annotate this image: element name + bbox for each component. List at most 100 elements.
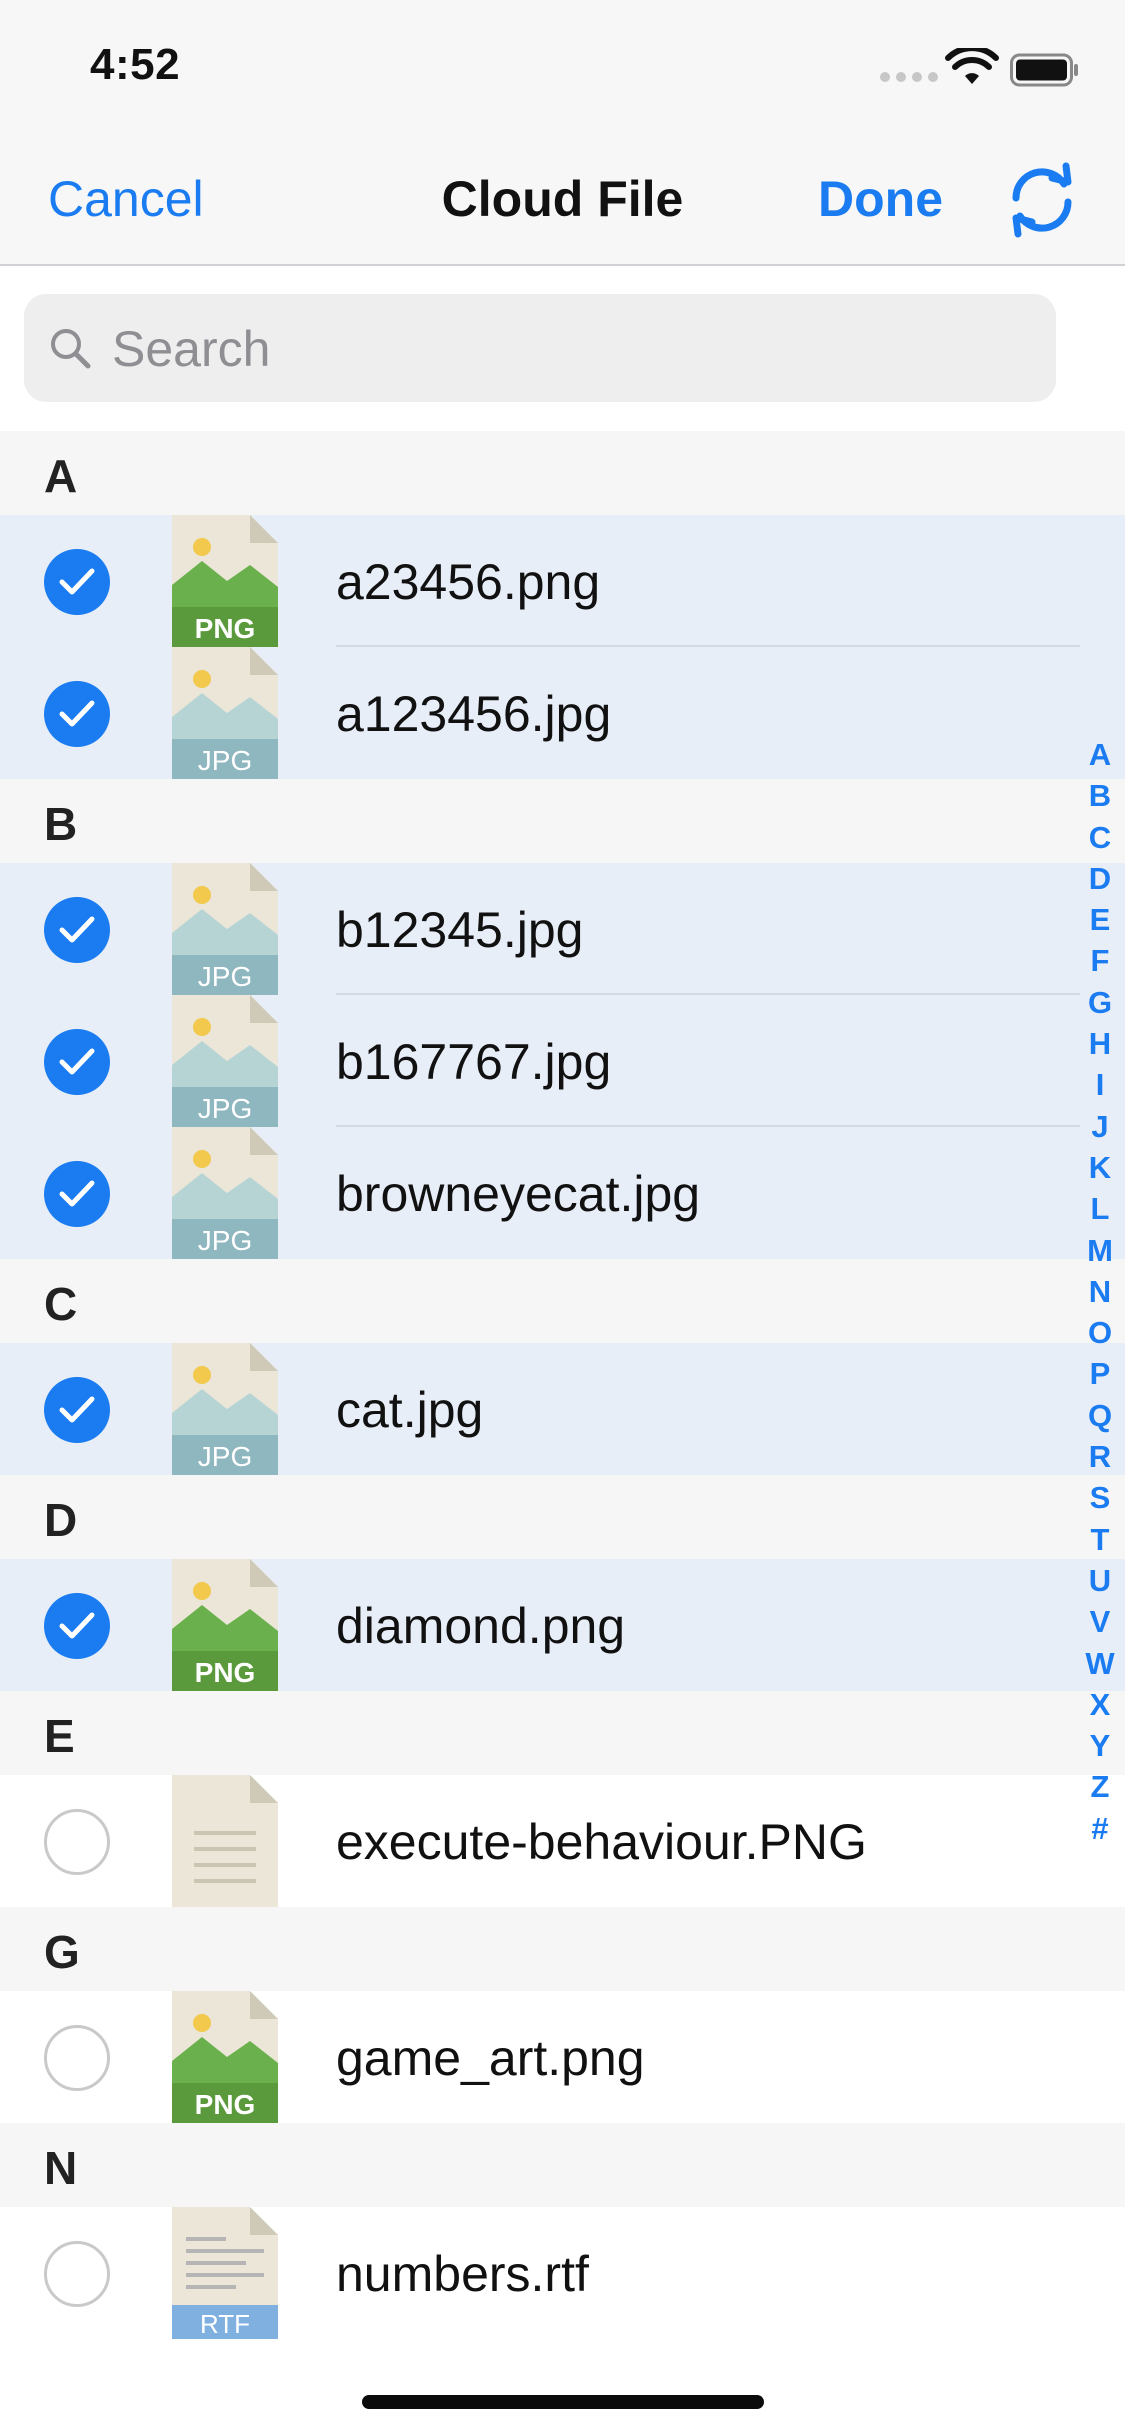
index-letter[interactable]: J (1080, 1106, 1120, 1147)
index-letter[interactable]: M (1080, 1230, 1120, 1271)
section-header-a: A (0, 431, 1125, 515)
checked-circle-icon[interactable] (44, 681, 110, 747)
svg-text:JPG: JPG (198, 1093, 252, 1124)
section-letter: N (44, 2142, 78, 2194)
svg-text:PNG: PNG (195, 1657, 256, 1688)
index-letter[interactable]: Z (1080, 1766, 1120, 1807)
section-letter: A (44, 450, 78, 502)
jpg-file-icon: JPG (172, 647, 278, 779)
svg-text:PNG: PNG (195, 2089, 256, 2120)
section-header-n: N (0, 2123, 1125, 2207)
section-header-g: G (0, 1907, 1125, 1991)
index-letter[interactable]: F (1080, 940, 1120, 981)
file-row-execute-behaviour-png[interactable]: execute-behaviour.PNG (0, 1775, 1125, 1907)
section-letter: D (44, 1494, 78, 1546)
file-row-b12345-jpg[interactable]: JPG b12345.jpg (0, 863, 1125, 995)
svg-text:JPG: JPG (198, 961, 252, 992)
file-row-cat-jpg[interactable]: JPG cat.jpg (0, 1343, 1125, 1475)
index-letter[interactable]: V (1080, 1601, 1120, 1642)
file-name: browneyecat.jpg (336, 1166, 701, 1222)
index-letter[interactable]: Q (1080, 1395, 1120, 1436)
rtf-file-icon: RTF (172, 2207, 278, 2339)
cancel-button[interactable]: Cancel (48, 170, 204, 228)
index-letter[interactable]: C (1080, 817, 1120, 858)
file-row-browneyecat-jpg[interactable]: JPG browneyecat.jpg (0, 1127, 1125, 1259)
checked-circle-icon[interactable] (44, 1029, 110, 1095)
jpg-file-icon: JPG (172, 863, 278, 995)
jpg-file-icon: JPG (172, 1127, 278, 1259)
search-input[interactable]: Search (24, 294, 1056, 402)
index-letter[interactable]: T (1080, 1519, 1120, 1560)
index-letter[interactable]: W (1080, 1643, 1120, 1684)
sync-icon[interactable] (1000, 158, 1084, 242)
file-name: b12345.jpg (336, 902, 584, 958)
index-letter[interactable]: K (1080, 1147, 1120, 1188)
search-placeholder: Search (112, 321, 271, 377)
jpg-file-icon: JPG (172, 995, 278, 1127)
index-letter[interactable]: S (1080, 1477, 1120, 1518)
unchecked-circle-icon[interactable] (44, 1809, 110, 1875)
index-letter[interactable]: N (1080, 1271, 1120, 1312)
index-letter[interactable]: A (1080, 734, 1120, 775)
index-letter[interactable]: E (1080, 899, 1120, 940)
section-header-e: E (0, 1691, 1125, 1775)
done-button[interactable]: Done (818, 170, 943, 228)
index-letter[interactable]: O (1080, 1312, 1120, 1353)
index-letter[interactable]: H (1080, 1023, 1120, 1064)
index-letter[interactable]: # (1080, 1808, 1120, 1849)
file-row-a23456-png[interactable]: PNG a23456.png (0, 515, 1125, 647)
file-name: a23456.png (336, 554, 601, 610)
file-row-b167767-jpg[interactable]: JPG b167767.jpg (0, 995, 1125, 1127)
index-letter[interactable]: B (1080, 775, 1120, 816)
svg-text:RTF: RTF (200, 2309, 250, 2339)
unchecked-circle-icon[interactable] (44, 2025, 110, 2091)
file-row-a123456-jpg[interactable]: JPG a123456.jpg (0, 647, 1125, 779)
checked-circle-icon[interactable] (44, 1377, 110, 1443)
section-letter: G (44, 1926, 80, 1978)
index-letter[interactable]: I (1080, 1064, 1120, 1105)
svg-text:JPG: JPG (198, 1441, 252, 1472)
status-time: 4:52 (90, 40, 181, 89)
index-letter[interactable]: D (1080, 858, 1120, 899)
unchecked-circle-icon[interactable] (44, 2241, 110, 2307)
file-name: cat.jpg (336, 1382, 484, 1438)
index-letter[interactable]: Y (1080, 1725, 1120, 1766)
navigation-bar: Cloud File Cancel Done (0, 130, 1125, 266)
index-letter[interactable]: R (1080, 1436, 1120, 1477)
section-letter: E (44, 1710, 75, 1762)
file-row-game-art-png[interactable]: PNG game_art.png (0, 1991, 1125, 2123)
png-file-icon: PNG (172, 1991, 278, 2123)
wifi-icon (945, 48, 999, 84)
file-name: a123456.jpg (336, 686, 612, 742)
checked-circle-icon[interactable] (44, 549, 110, 615)
index-letter[interactable]: U (1080, 1560, 1120, 1601)
index-letter[interactable]: X (1080, 1684, 1120, 1725)
svg-text:JPG: JPG (198, 745, 252, 776)
section-index-bar[interactable]: A B C D E F G H I J K L M N O P Q R S T … (1080, 734, 1120, 1849)
cellular-signal-icon (880, 72, 938, 82)
file-row-numbers-rtf[interactable]: RTF numbers.rtf (0, 2207, 1125, 2339)
file-name: numbers.rtf (336, 2246, 589, 2302)
status-bar: 4:52 (0, 0, 1125, 130)
png-file-icon: PNG (172, 1559, 278, 1691)
search-area: Search (0, 266, 1125, 431)
checked-circle-icon[interactable] (44, 1161, 110, 1227)
section-letter: C (44, 1278, 78, 1330)
section-header-c: C (0, 1259, 1125, 1343)
checked-circle-icon[interactable] (44, 1593, 110, 1659)
png-file-icon: PNG (172, 515, 278, 647)
checked-circle-icon[interactable] (44, 897, 110, 963)
file-name: game_art.png (336, 2030, 645, 2086)
svg-text:JPG: JPG (198, 1225, 252, 1256)
index-letter[interactable]: G (1080, 982, 1120, 1023)
search-icon (51, 329, 91, 369)
svg-text:PNG: PNG (195, 613, 256, 644)
section-letter: B (44, 798, 78, 850)
document-file-icon (172, 1775, 278, 1907)
file-name: execute-behaviour.PNG (336, 1814, 867, 1870)
index-letter[interactable]: L (1080, 1188, 1120, 1229)
file-row-diamond-png[interactable]: PNG diamond.png (0, 1559, 1125, 1691)
file-name: diamond.png (336, 1598, 626, 1654)
home-indicator[interactable] (362, 2395, 764, 2409)
index-letter[interactable]: P (1080, 1353, 1120, 1394)
